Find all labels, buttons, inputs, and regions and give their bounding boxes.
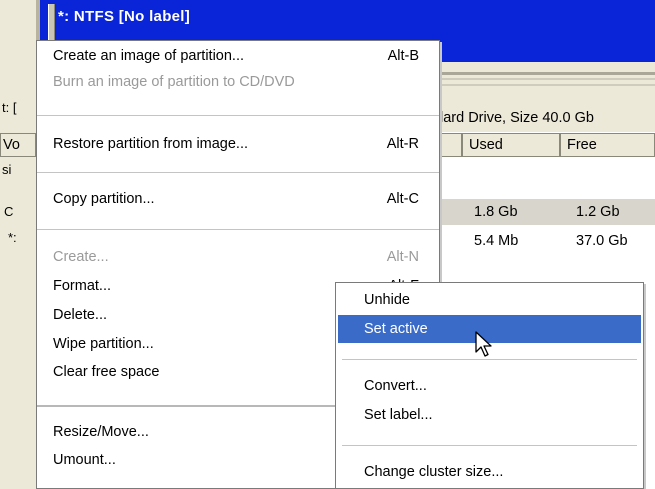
submenu-item-label: Change cluster size... [364, 464, 504, 480]
menu-item-shortcut: Alt-N [386, 249, 419, 265]
left-fragment-1: t: [ [2, 100, 17, 115]
mouse-pointer-icon [475, 331, 492, 357]
menu-item-label: Create an image of partition... [53, 48, 245, 64]
menu-item-shortcut: Alt-R [386, 136, 419, 152]
menu-separator [37, 229, 439, 231]
menu-item-label: Format... [53, 278, 112, 294]
menu-item-label: Resize/Move... [53, 424, 149, 440]
row-used: 1.8 Gb [474, 204, 518, 220]
row-free: 37.0 Gb [576, 233, 628, 249]
left-fragment-3: C [4, 204, 14, 219]
column-header-used[interactable]: Used [462, 133, 560, 157]
left-panel-strip [0, 0, 36, 489]
menu-item-shortcut: Alt-C [386, 191, 419, 207]
left-fragment-2: si [2, 162, 12, 177]
menu-item-label: Wipe partition... [53, 336, 154, 352]
menu-separator [37, 115, 439, 117]
header-divider [440, 84, 655, 86]
submenu-item-unhide[interactable]: Unhide [338, 286, 641, 314]
submenu-item-label: Convert... [364, 378, 427, 394]
submenu-item-convert[interactable]: Convert... [338, 372, 641, 400]
menu-separator [37, 172, 439, 174]
menu-item-label: Copy partition... [53, 191, 155, 207]
column-header-used-label: Used [469, 137, 503, 153]
menu-item-shortcut: Alt-B [387, 48, 419, 64]
table-row[interactable]: 1.8 Gb 1.2 Gb [440, 199, 655, 225]
submenu-item-label: Set label... [364, 407, 433, 423]
partition-title: *: NTFS [No label] [58, 8, 191, 25]
menu-item-label: Restore partition from image... [53, 136, 249, 152]
header-divider [440, 72, 655, 75]
column-header-free[interactable]: Free [560, 133, 655, 157]
drive-caption-text: lard Drive, Size 40.0 Gb [440, 110, 594, 126]
menu-item-create-image[interactable]: Create an image of partition... Alt-B [53, 43, 419, 69]
menu-item-label: Delete... [53, 307, 107, 323]
submenu-separator [342, 445, 637, 447]
submenu-item-change-cluster-size[interactable]: Change cluster size... [338, 458, 641, 486]
column-header-volume[interactable]: Vo [0, 133, 36, 157]
left-fragment-4: *: [8, 230, 17, 245]
header-divider [440, 78, 655, 80]
partition-submenu: Unhide Set active Convert... Set label..… [335, 282, 644, 489]
column-header-volume-label: Vo [3, 137, 20, 153]
row-used: 5.4 Mb [474, 233, 519, 249]
submenu-item-label: Unhide [364, 292, 410, 308]
menu-item-label: Clear free space [53, 364, 160, 380]
menu-item-copy[interactable]: Copy partition... Alt-C [53, 186, 419, 212]
row-free: 1.2 Gb [576, 204, 620, 220]
menu-item-create[interactable]: Create... Alt-N [53, 244, 419, 270]
menu-item-burn-image[interactable]: Burn an image of partition to CD/DVD [53, 69, 419, 95]
header-band [440, 62, 655, 104]
submenu-item-set-label[interactable]: Set label... [338, 401, 641, 429]
drive-caption: lard Drive, Size 40.0 Gb [440, 104, 655, 132]
menu-item-label: Burn an image of partition to CD/DVD [53, 74, 295, 90]
menu-item-label: Umount... [53, 452, 116, 468]
table-row[interactable]: 5.4 Mb 37.0 Gb [440, 228, 655, 254]
column-header-free-label: Free [567, 137, 597, 153]
menu-item-label: Create... [53, 249, 109, 265]
submenu-item-label: Set active [364, 321, 428, 337]
menu-item-restore[interactable]: Restore partition from image... Alt-R [53, 131, 419, 157]
column-header-blank[interactable] [440, 133, 462, 157]
